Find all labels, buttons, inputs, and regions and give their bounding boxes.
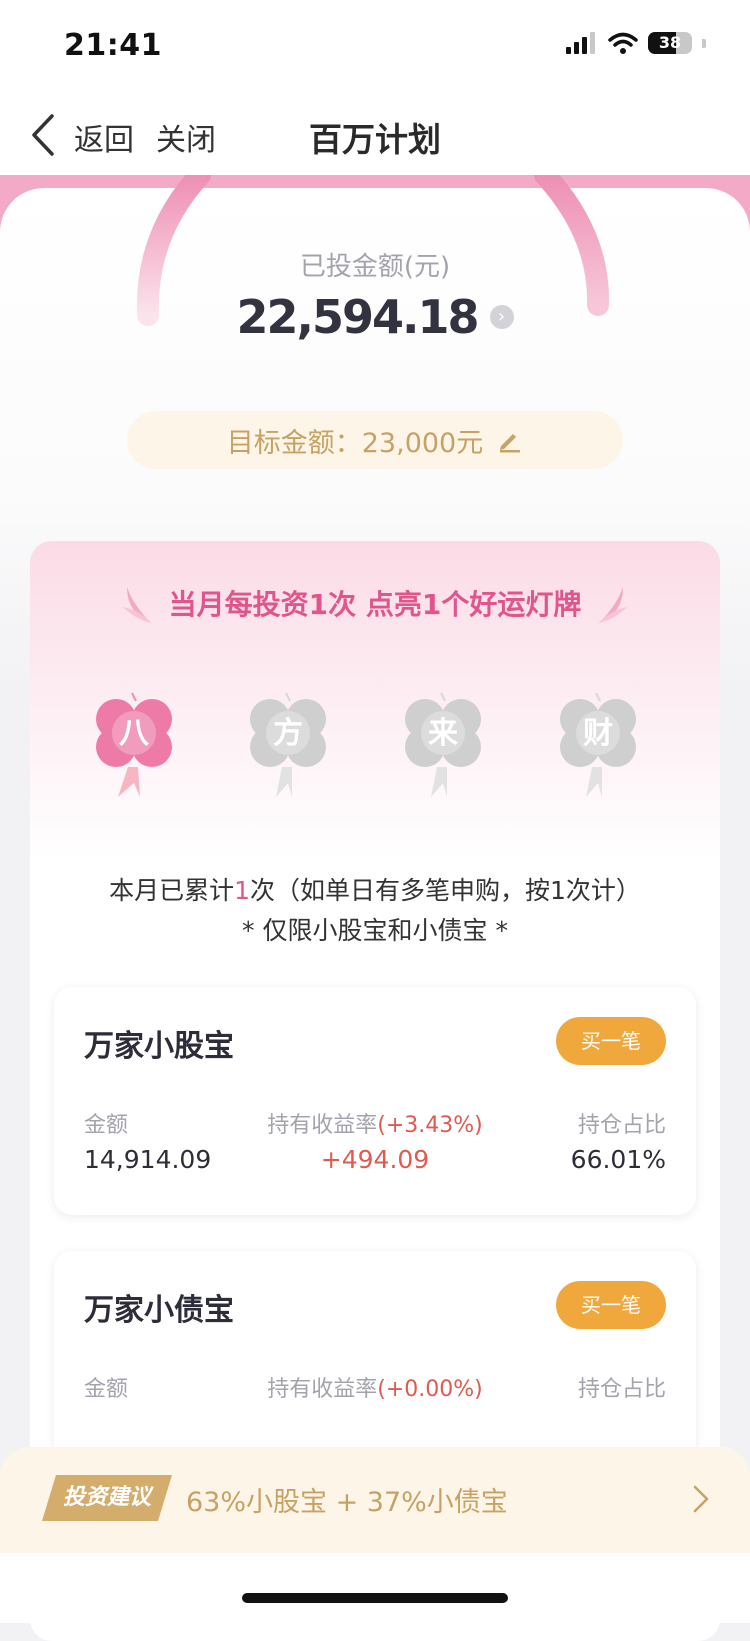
ratio-label: 持仓占比 [577, 1113, 666, 1138]
return-label: 持有收益率 [267, 1377, 378, 1402]
page-title: 百万计划 [309, 120, 441, 159]
bottom-safe-area [0, 1553, 750, 1623]
advice-badge-text: 投资建议 [62, 1485, 151, 1510]
fund-name: 万家小股宝 [84, 1029, 234, 1064]
fund-card[interactable]: 万家小股宝 买一笔 金额 14,914.09 持有收益率(+3.43%) +49… [54, 987, 696, 1215]
lucky-title: 当月每投资1次 点亮1个好运灯牌 [168, 588, 582, 621]
leaf-left-icon [122, 587, 151, 623]
advice-badge: 投资建议 [42, 1475, 172, 1521]
buy-button[interactable]: 买一笔 [556, 1281, 666, 1329]
count-value: 1 [234, 876, 250, 905]
lucky-title-row: 当月每投资1次 点亮1个好运灯牌 [30, 581, 720, 625]
ratio-value: 66.01% [570, 1145, 666, 1174]
clover-lamp: 财 [552, 689, 644, 801]
advice-text: 63%小股宝 + 37%小债宝 [186, 1487, 508, 1518]
count-prefix: 本月已累计 [109, 876, 235, 905]
edit-pencil-icon[interactable] [497, 427, 523, 453]
buy-button[interactable]: 买一笔 [556, 1017, 666, 1065]
battery-level: 38 [658, 33, 682, 52]
status-bar: 21:41 38 [0, 0, 750, 95]
home-indicator[interactable] [242, 1593, 508, 1603]
fund-name: 万家小债宝 [84, 1293, 234, 1328]
signal-icon [566, 32, 595, 54]
ratio-label: 持仓占比 [577, 1377, 666, 1402]
clover-char: 财 [583, 716, 613, 751]
invested-amount: 22,594.18 [236, 290, 480, 344]
monthly-count-text: 本月已累计1次（如单日有多笔申购，按1次计） [30, 871, 720, 907]
clover-char: 来 [428, 716, 458, 751]
wifi-icon [608, 32, 638, 54]
target-amount-pill[interactable]: 目标金额：23,000元 [127, 411, 623, 469]
leaf-right-icon [599, 587, 628, 623]
nav-bar: 返回 关闭 百万计划 [0, 95, 750, 175]
clover-lamp-lit: 八 [88, 689, 180, 801]
count-suffix: 次（如单日有多笔申购，按1次计） [250, 876, 641, 905]
clover-lamp: 方 [242, 689, 334, 801]
investment-advice-bar[interactable]: 投资建议 63%小股宝 + 37%小债宝 [0, 1447, 750, 1553]
battery-icon: 38 [648, 32, 692, 54]
limit-text: * 仅限小股宝和小债宝 * [242, 916, 508, 945]
return-rate: (+0.00%) [377, 1377, 483, 1402]
fund-card[interactable]: 万家小债宝 买一笔 金额 持有收益率(+0.00%) 持仓占比 [54, 1251, 696, 1479]
invested-label: 已投金额(元) [299, 252, 451, 282]
status-time: 21:41 [64, 28, 162, 63]
status-icons: 38 [566, 32, 706, 54]
target-amount-text: 目标金额：23,000元 [226, 427, 484, 459]
chevron-right-icon[interactable]: › [489, 305, 514, 329]
invested-row[interactable]: 22,594.18 › [0, 290, 750, 344]
clover-lamp: 来 [397, 689, 489, 801]
return-rate: (+3.43%) [377, 1113, 483, 1138]
clover-char: 方 [273, 716, 303, 751]
return-label: 持有收益率 [267, 1113, 378, 1138]
chevron-right-icon[interactable] [692, 1484, 710, 1514]
clover-char: 八 [119, 716, 149, 751]
